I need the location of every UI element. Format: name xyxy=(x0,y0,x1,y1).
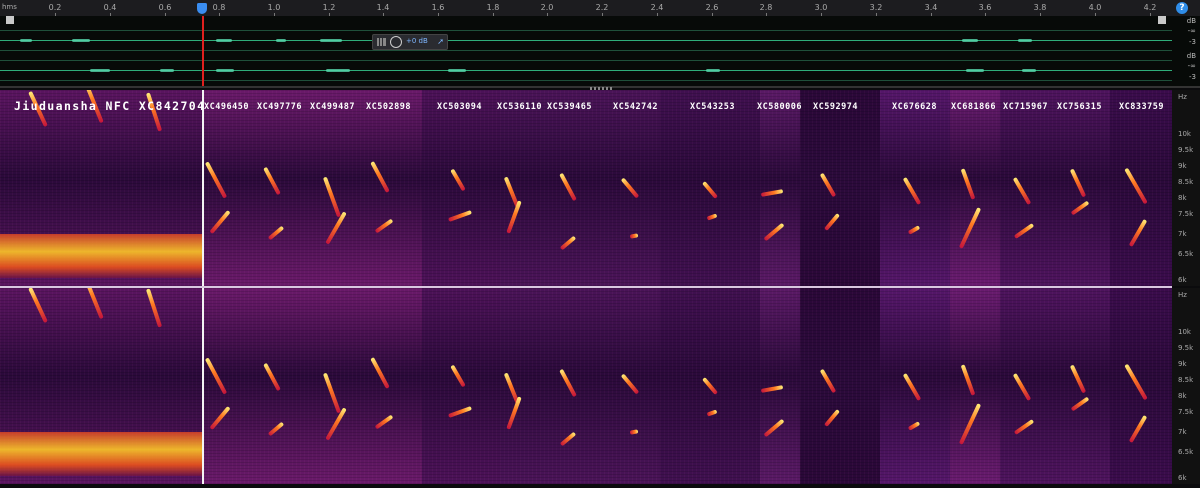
time-unit-label: hms xyxy=(2,3,17,11)
zoom-corner-right-icon[interactable] xyxy=(1158,16,1166,24)
frequency-label: 6.5k xyxy=(1178,448,1194,456)
db-scale-top: dB -∞ -3 xyxy=(1172,16,1200,50)
frequency-label: 10k xyxy=(1178,130,1191,138)
time-tick-label: 0.2 xyxy=(48,3,62,12)
time-tick-label: 2.6 xyxy=(705,3,719,12)
low-frequency-noise xyxy=(0,432,202,476)
recording-label: XC592974 xyxy=(813,102,858,112)
frequency-label: 8k xyxy=(1178,392,1187,400)
recording-label: XC542742 xyxy=(613,102,658,112)
time-tick-label: 2.0 xyxy=(540,3,554,12)
recording-label: XC715967 xyxy=(1003,102,1048,112)
frequency-label: 9k xyxy=(1178,360,1187,368)
playhead-line xyxy=(202,90,204,286)
time-tick-label: 4.2 xyxy=(1143,3,1157,12)
db-label: -∞ xyxy=(1187,27,1196,35)
recording-label: XC497776 xyxy=(257,102,302,112)
db-label: dB xyxy=(1186,52,1196,60)
time-tick-label: 3.2 xyxy=(869,3,883,12)
recording-labels: Jiuduansha NFC XC842704 XC496450 XC497776… xyxy=(0,99,1172,116)
frequency-label: 9.5k xyxy=(1178,146,1194,154)
time-tick-label: 1.8 xyxy=(486,3,500,12)
spectrogram-title: Jiuduansha NFC XC842704 xyxy=(14,99,206,113)
recording-label: XC536110 xyxy=(497,102,542,112)
frequency-label: 7.5k xyxy=(1178,408,1194,416)
frequency-label: 7.5k xyxy=(1178,210,1194,218)
recording-label: XC503094 xyxy=(437,102,482,112)
time-tick-label: 1.2 xyxy=(322,3,336,12)
gain-knob-icon[interactable] xyxy=(390,36,402,48)
recording-label: XC496450 xyxy=(204,102,249,112)
playhead-marker[interactable] xyxy=(197,3,207,14)
waveform-channel-1 xyxy=(0,28,1172,52)
frequency-scale-top: Hz 10k 9.5k 9k 8.5k 8k 7.5k 7k 6.5k 6k xyxy=(1172,90,1200,286)
db-scale-bottom: dB -∞ -3 xyxy=(1172,50,1200,84)
spectrogram-channel-2[interactable] xyxy=(0,288,1172,484)
pin-icon[interactable]: ➚ xyxy=(437,37,444,46)
db-label: -∞ xyxy=(1187,62,1196,70)
spectrogram-channel-1[interactable] xyxy=(0,90,1172,286)
time-tick-label: 2.8 xyxy=(759,3,773,12)
frequency-scale-bottom: Hz 10k 9.5k 9k 8.5k 8k 7.5k 7k 6.5k 6k xyxy=(1172,288,1200,484)
time-tick-label: 4.0 xyxy=(1088,3,1102,12)
time-tick-label: 2.4 xyxy=(650,3,664,12)
frequency-label: 8.5k xyxy=(1178,178,1194,186)
level-bars-icon xyxy=(377,38,386,46)
time-tick-label: 0.6 xyxy=(158,3,172,12)
overview-waveform[interactable]: +0 dB ➚ dB -∞ -3 dB -∞ -3 xyxy=(0,16,1200,88)
recording-label: XC681866 xyxy=(951,102,996,112)
time-tick-label: 1.4 xyxy=(376,3,390,12)
frequency-label: 8.5k xyxy=(1178,376,1194,384)
help-button[interactable]: ? xyxy=(1176,2,1188,14)
time-tick-label: 3.4 xyxy=(924,3,938,12)
frequency-label: 6k xyxy=(1178,474,1187,482)
frequency-label: 6k xyxy=(1178,276,1187,284)
recording-label: XC539465 xyxy=(547,102,592,112)
frequency-label: 9k xyxy=(1178,162,1187,170)
level-value: +0 dB xyxy=(406,37,428,45)
recording-label: XC676628 xyxy=(892,102,937,112)
frequency-label: 8k xyxy=(1178,194,1187,202)
recording-label: XC502898 xyxy=(366,102,411,112)
recording-label: XC580006 xyxy=(757,102,802,112)
frequency-label: 6.5k xyxy=(1178,250,1194,258)
time-tick-label: 2.2 xyxy=(595,3,609,12)
time-tick-label: 1.6 xyxy=(431,3,445,12)
time-tick-label: 0.8 xyxy=(212,3,226,12)
db-label: -3 xyxy=(1189,73,1196,81)
recording-label: XC833759 xyxy=(1119,102,1164,112)
recording-label: XC543253 xyxy=(690,102,735,112)
frequency-label: 9.5k xyxy=(1178,344,1194,352)
recording-label: XC499487 xyxy=(310,102,355,112)
playhead-line-overview xyxy=(202,16,204,86)
frequency-label: 7k xyxy=(1178,230,1187,238)
db-label: dB xyxy=(1186,17,1196,25)
frequency-label: 7k xyxy=(1178,428,1187,436)
time-tick-label: 3.6 xyxy=(978,3,992,12)
frequency-label: 10k xyxy=(1178,328,1191,336)
time-tick-label: 3.8 xyxy=(1033,3,1047,12)
playhead-line xyxy=(202,288,204,484)
low-frequency-noise xyxy=(0,234,202,278)
time-tick-label: 3.0 xyxy=(814,3,828,12)
frequency-label: Hz xyxy=(1178,93,1187,101)
frequency-label: Hz xyxy=(1178,291,1187,299)
level-control[interactable]: +0 dB ➚ xyxy=(372,34,448,50)
waveform-channel-2 xyxy=(0,58,1172,82)
time-tick-label: 1.0 xyxy=(267,3,281,12)
time-ruler[interactable]: hms 0.2 0.4 0.6 0.8 1.0 1.2 1.4 1.6 1.8 2.0 2.2 2.4… xyxy=(0,0,1200,17)
zoom-corner-left-icon[interactable] xyxy=(6,16,14,24)
recording-label: XC756315 xyxy=(1057,102,1102,112)
db-label: -3 xyxy=(1189,38,1196,46)
time-tick-label: 0.4 xyxy=(103,3,117,12)
